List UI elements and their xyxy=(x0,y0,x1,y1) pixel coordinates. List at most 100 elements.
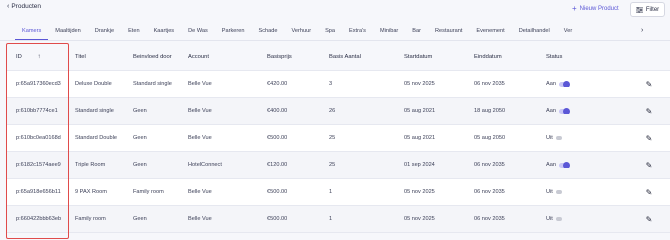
cell-id: p:65a918e656b11 xyxy=(16,189,61,195)
pencil-icon[interactable]: ✎ xyxy=(639,107,659,116)
cell-account: HotelConnect xyxy=(188,162,222,168)
column-header-startdatum[interactable]: Startdatum xyxy=(404,54,474,60)
column-header-aantal[interactable]: Basis Aantal xyxy=(329,54,404,60)
cell-status: Uit xyxy=(546,216,639,222)
category-tabs: Kamers Maaltijden Drankje Eten Kaartjes … xyxy=(15,22,665,40)
tab-schade[interactable]: Schade xyxy=(252,22,285,40)
cell-titel: Family room xyxy=(75,216,106,222)
status-toggle[interactable] xyxy=(555,136,562,140)
column-header-basisprijs[interactable]: Basisprijs xyxy=(267,54,329,60)
cell-account: Belle Vue xyxy=(188,216,212,222)
cell-basisprijs: €120.00 xyxy=(267,162,288,168)
column-header-einddatum[interactable]: Einddatum xyxy=(474,54,546,60)
cell-beinvloed: Geen xyxy=(133,108,147,114)
cell-titel: Standard single xyxy=(75,108,114,114)
cell-beinvloed: Geen xyxy=(133,216,147,222)
column-header-account[interactable]: Account xyxy=(188,54,267,60)
status-toggle[interactable] xyxy=(558,162,570,168)
column-header-titel[interactable]: Titel xyxy=(69,54,133,60)
table-row[interactable]: p:65a917360ecd3 Deluxe Double Standard s… xyxy=(6,71,670,98)
status-label: Uit xyxy=(546,189,553,195)
cell-titel: Deluxe Double xyxy=(75,81,112,87)
column-header-id[interactable]: ID ↑ xyxy=(6,54,69,60)
tab-parkeren[interactable]: Parkeren xyxy=(215,22,252,40)
table-row[interactable]: p:6182c1574aee9 Triple Room Geen HotelCo… xyxy=(6,152,670,179)
pencil-icon[interactable]: ✎ xyxy=(639,134,659,143)
cell-status: Aan xyxy=(546,108,639,114)
status-toggle[interactable] xyxy=(558,81,570,87)
arrow-up-icon[interactable]: ↑ xyxy=(37,54,40,60)
tab-kaartjes[interactable]: Kaartjes xyxy=(147,22,182,40)
cell-einddatum: 06 nov 2035 xyxy=(474,189,505,195)
cell-basisprijs: €420.00 xyxy=(267,81,288,87)
tab-minibar[interactable]: Minibar xyxy=(373,22,405,40)
plus-icon: + xyxy=(572,4,577,13)
cell-aantal: 1 xyxy=(329,189,333,195)
cell-startdatum: 05 nov 2025 xyxy=(404,216,435,222)
cell-aantal: 3 xyxy=(329,81,333,87)
cell-titel: Triple Room xyxy=(75,162,106,168)
cell-beinvloed: Family room xyxy=(133,189,164,195)
table-row[interactable]: p:610bb7774ce1 Standard single Geen Bell… xyxy=(6,98,670,125)
tab-kamers[interactable]: Kamers xyxy=(15,22,49,40)
cell-account: Belle Vue xyxy=(188,81,212,87)
back-link[interactable]: ‹ Producten xyxy=(7,3,41,10)
tab-maaltijden[interactable]: Maaltijden xyxy=(48,22,88,40)
tab-extras[interactable]: Extra's xyxy=(342,22,373,40)
table-row[interactable]: p:610bc0ea0168d Standard Double Geen Bel… xyxy=(6,125,670,152)
pencil-icon[interactable]: ✎ xyxy=(639,215,659,224)
pencil-icon[interactable]: ✎ xyxy=(639,161,659,170)
cell-einddatum: 05 aug 2050 xyxy=(474,135,506,141)
status-label: Uit xyxy=(546,216,553,222)
new-product-label: Nieuw Product xyxy=(579,6,619,12)
cell-id: p:65a917360ecd3 xyxy=(16,81,61,87)
status-toggle[interactable] xyxy=(558,108,570,114)
cell-id: p:6182c1574aee9 xyxy=(16,162,61,168)
cell-status: Uit xyxy=(546,189,639,195)
tab-verhuur[interactable]: Verhuur xyxy=(284,22,318,40)
column-header-beinvloed[interactable]: Beinvloed door xyxy=(133,54,188,60)
status-label: Aan xyxy=(546,81,556,87)
cell-id: p:610bb7774ce1 xyxy=(16,108,58,114)
cell-status: Aan xyxy=(546,162,639,168)
pencil-icon[interactable]: ✎ xyxy=(639,80,659,89)
tab-spa[interactable]: Spa xyxy=(318,22,342,40)
tab-evenement[interactable]: Evenement xyxy=(469,22,511,40)
tab-bar[interactable]: Bar xyxy=(405,22,428,40)
cell-aantal: 25 xyxy=(329,162,336,168)
pencil-icon[interactable]: ✎ xyxy=(639,188,659,197)
chevron-right-icon[interactable]: › xyxy=(641,27,643,34)
cell-account: Belle Vue xyxy=(188,135,212,141)
column-header-id-label: ID xyxy=(16,53,22,60)
cell-einddatum: 06 nov 2035 xyxy=(474,162,505,168)
cell-einddatum: 06 nov 2035 xyxy=(474,81,505,87)
tab-restaurant[interactable]: Restaurant xyxy=(428,22,469,40)
chevron-left-icon: ‹ xyxy=(7,3,10,10)
filter-button[interactable]: Filter xyxy=(630,2,665,17)
table-row[interactable]: p:65a918e656b11 9 PAX Room Family room B… xyxy=(6,179,670,206)
back-label: Producten xyxy=(11,3,41,10)
cell-beinvloed: Geen xyxy=(133,135,147,141)
cell-startdatum: 05 aug 2021 xyxy=(404,135,436,141)
tab-drankje[interactable]: Drankje xyxy=(88,22,121,40)
cell-beinvloed: Geen xyxy=(133,162,147,168)
tab-verhuur-truncated[interactable]: Ver xyxy=(557,22,579,40)
cell-account: Belle Vue xyxy=(188,189,212,195)
tabs-divider xyxy=(0,40,670,41)
column-header-status[interactable]: Status xyxy=(546,54,639,60)
new-product-button[interactable]: + Nieuw Product xyxy=(572,4,619,13)
filter-lines-icon xyxy=(635,6,643,13)
status-label: Uit xyxy=(546,135,553,141)
tab-de-was[interactable]: De Was xyxy=(181,22,215,40)
cell-id: p:610bc0ea0168d xyxy=(16,135,61,141)
tab-eten[interactable]: Eten xyxy=(121,22,147,40)
status-toggle[interactable] xyxy=(555,217,562,221)
tab-detailhandel[interactable]: Detailhandel xyxy=(512,22,557,40)
cell-einddatum: 06 nov 2035 xyxy=(474,216,505,222)
cell-startdatum: 05 nov 2025 xyxy=(404,189,435,195)
table-row[interactable]: p:660422bbb63eb Family room Geen Belle V… xyxy=(6,206,670,233)
cell-titel: 9 PAX Room xyxy=(75,189,107,195)
cell-basisprijs: €500.00 xyxy=(267,216,288,222)
cell-basisprijs: €500.00 xyxy=(267,189,288,195)
status-toggle[interactable] xyxy=(555,190,562,194)
